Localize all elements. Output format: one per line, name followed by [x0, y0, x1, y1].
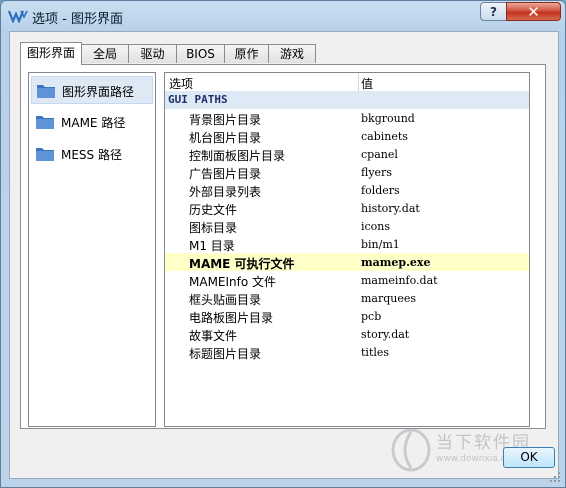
option-name: 故事文件 — [189, 329, 238, 343]
option-value[interactable]: marquees — [361, 292, 416, 305]
tab-original[interactable]: 原作 — [224, 44, 269, 63]
grid-row[interactable]: 标题图片目录 titles — [165, 343, 529, 361]
option-name: 控制面板图片目录 — [189, 149, 286, 163]
option-value[interactable]: icons — [361, 220, 390, 233]
list-item-mame-paths[interactable]: MAME 路径 — [31, 108, 153, 136]
option-value[interactable]: story.dat — [361, 328, 409, 341]
list-item-label: 图形界面路径 — [62, 85, 135, 99]
option-name: MAMEInfo 文件 — [189, 275, 277, 289]
dialog-body: 图形界面 全局 驱动 BIOS 原作 游戏 图形界面路径 MAME 路径 MES… — [9, 31, 559, 479]
list-item-gui-paths[interactable]: 图形界面路径 — [31, 76, 153, 104]
option-name: 背景图片目录 — [189, 113, 262, 127]
grid-row[interactable]: 框头贴画目录 marquees — [165, 289, 529, 307]
option-value[interactable]: cpanel — [361, 148, 398, 161]
grid-row[interactable]: 图标目录 icons — [165, 217, 529, 235]
option-name: 历史文件 — [189, 203, 238, 217]
option-value[interactable]: mamep.exe — [361, 256, 430, 269]
option-name: 标题图片目录 — [189, 347, 262, 361]
close-button[interactable]: ✕ — [506, 2, 561, 21]
ok-button[interactable]: OK — [503, 447, 555, 468]
option-name: 图标目录 — [189, 221, 238, 235]
option-value[interactable]: bin/m1 — [361, 238, 400, 251]
grid-row[interactable]: MAMEInfo 文件 mameinfo.dat — [165, 271, 529, 289]
tab-games[interactable]: 游戏 — [268, 44, 316, 63]
property-grid[interactable]: 选项 值 GUI PATHS 背景图片目录 bkground 机台图片目录 cabin… — [164, 72, 530, 427]
option-value[interactable]: history.dat — [361, 202, 420, 215]
tab-panel-gui: 图形界面路径 MAME 路径 MESS 路径 选项 值 GUI PATHS 背景… — [20, 64, 546, 429]
group-header-gui-paths[interactable]: GUI PATHS — [165, 91, 529, 109]
option-value[interactable]: mameinfo.dat — [361, 274, 438, 287]
grid-row[interactable]: 广告图片目录 flyers — [165, 163, 529, 181]
option-value[interactable]: pcb — [361, 310, 381, 323]
grid-header: 选项 值 — [165, 73, 529, 92]
list-item-label: MESS 路径 — [61, 148, 122, 162]
option-value[interactable]: titles — [361, 346, 389, 359]
option-name: 框头贴画目录 — [189, 293, 262, 307]
option-name: 外部目录列表 — [189, 185, 262, 199]
column-header-option[interactable]: 选项 — [169, 75, 193, 92]
folder-icon — [36, 148, 54, 161]
title-bar[interactable]: 选项 - 图形界面 ? ✕ — [1, 1, 565, 31]
grid-row[interactable]: 电路板图片目录 pcb — [165, 307, 529, 325]
option-value[interactable]: folders — [361, 184, 400, 197]
grid-row[interactable]: 背景图片目录 bkground — [165, 109, 529, 127]
folder-icon — [37, 85, 55, 98]
grid-row[interactable]: MAME 可执行文件 mamep.exe — [165, 253, 529, 271]
tab-global[interactable]: 全局 — [81, 44, 129, 63]
tab-driver[interactable]: 驱动 — [128, 44, 177, 63]
tab-bios[interactable]: BIOS — [176, 44, 225, 63]
grid-row[interactable]: M1 目录 bin/m1 — [165, 235, 529, 253]
folder-icon — [36, 116, 54, 129]
window-title: 选项 - 图形界面 — [32, 12, 123, 27]
options-dialog: 选项 - 图形界面 ? ✕ 图形界面 全局 驱动 BIOS 原作 游戏 图形界面… — [0, 0, 566, 488]
grid-row[interactable]: 历史文件 history.dat — [165, 199, 529, 217]
grid-row[interactable]: 外部目录列表 folders — [165, 181, 529, 199]
option-name: MAME 可执行文件 — [189, 257, 295, 271]
app-logo-icon — [8, 10, 28, 23]
option-name: 广告图片目录 — [189, 167, 262, 181]
list-item-mess-paths[interactable]: MESS 路径 — [31, 140, 153, 168]
option-value[interactable]: bkground — [361, 112, 415, 125]
grid-row[interactable]: 故事文件 story.dat — [165, 325, 529, 343]
path-category-list[interactable]: 图形界面路径 MAME 路径 MESS 路径 — [28, 72, 156, 427]
grid-row[interactable]: 机台图片目录 cabinets — [165, 127, 529, 145]
column-divider[interactable] — [358, 73, 359, 91]
option-value[interactable]: cabinets — [361, 130, 408, 143]
option-name: M1 目录 — [189, 239, 235, 253]
watermark-logo-icon — [391, 428, 431, 472]
tab-gui[interactable]: 图形界面 — [20, 42, 82, 65]
option-name: 机台图片目录 — [189, 131, 262, 145]
help-button[interactable]: ? — [480, 2, 507, 21]
list-item-label: MAME 路径 — [61, 116, 126, 130]
option-name: 电路板图片目录 — [189, 311, 274, 325]
resize-grip-icon[interactable] — [549, 471, 561, 483]
option-value[interactable]: flyers — [361, 166, 392, 179]
grid-row[interactable]: 控制面板图片目录 cpanel — [165, 145, 529, 163]
column-header-value[interactable]: 值 — [361, 75, 373, 92]
